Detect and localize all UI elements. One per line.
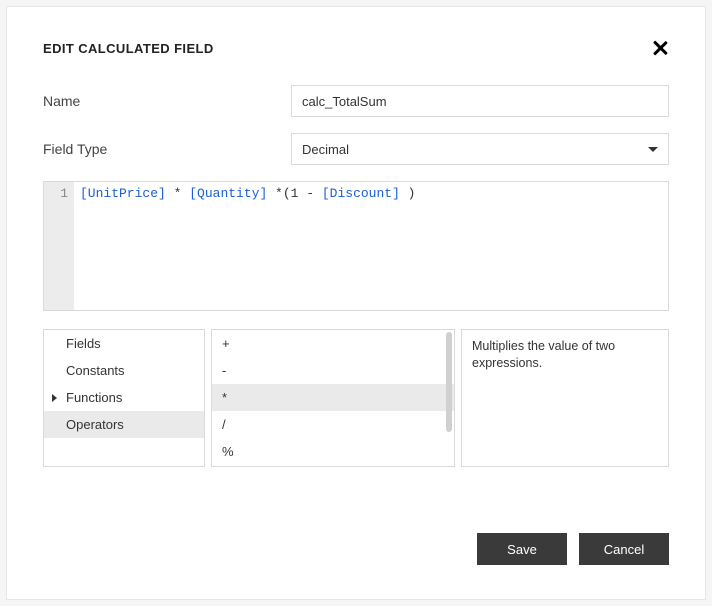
token-operator: ) bbox=[400, 186, 416, 201]
token-field: [Discount] bbox=[322, 186, 400, 201]
field-type-select[interactable]: Decimal bbox=[291, 133, 669, 165]
category-item[interactable]: Operators bbox=[44, 411, 204, 438]
editor-gutter: 1 bbox=[44, 182, 74, 310]
token-operator: * bbox=[166, 186, 189, 201]
dialog-buttons: Save Cancel bbox=[477, 533, 669, 565]
name-label: Name bbox=[43, 93, 291, 109]
dialog-header: EDIT CALCULATED FIELD bbox=[43, 39, 669, 57]
cancel-button[interactable]: Cancel bbox=[579, 533, 669, 565]
line-number: 1 bbox=[44, 186, 68, 201]
token-field: [UnitPrice] bbox=[80, 186, 166, 201]
row-field-type: Field Type Decimal bbox=[43, 133, 669, 165]
name-input[interactable] bbox=[291, 85, 669, 117]
expression-editor[interactable]: 1 [UnitPrice] * [Quantity] *(1 - [Discou… bbox=[43, 181, 669, 311]
row-name: Name bbox=[43, 85, 669, 117]
operator-item[interactable]: % bbox=[212, 438, 454, 465]
chevron-down-icon bbox=[648, 147, 658, 152]
operator-item[interactable]: + bbox=[212, 330, 454, 357]
token-field: [Quantity] bbox=[189, 186, 267, 201]
description-panel: Multiplies the value of two expressions. bbox=[461, 329, 669, 467]
editor-code[interactable]: [UnitPrice] * [Quantity] *(1 - [Discount… bbox=[74, 182, 668, 310]
items-panel: +-*/% bbox=[211, 329, 455, 467]
dialog-frame: EDIT CALCULATED FIELD Name Field Type De… bbox=[6, 6, 706, 600]
category-item[interactable]: Fields bbox=[44, 330, 204, 357]
field-type-label: Field Type bbox=[43, 141, 291, 157]
dialog-title: EDIT CALCULATED FIELD bbox=[43, 41, 214, 56]
operator-item[interactable]: - bbox=[212, 357, 454, 384]
categories-panel: FieldsConstantsFunctionsOperators bbox=[43, 329, 205, 467]
token-operator: *(1 - bbox=[267, 186, 322, 201]
expression-browser: FieldsConstantsFunctionsOperators +-*/% … bbox=[43, 329, 669, 467]
field-type-value: Decimal bbox=[302, 142, 648, 157]
category-item[interactable]: Constants bbox=[44, 357, 204, 384]
close-icon[interactable] bbox=[651, 39, 669, 57]
operator-item[interactable]: * bbox=[212, 384, 454, 411]
save-button[interactable]: Save bbox=[477, 533, 567, 565]
scrollbar-thumb[interactable] bbox=[446, 332, 452, 432]
operator-item[interactable]: / bbox=[212, 411, 454, 438]
category-item[interactable]: Functions bbox=[44, 384, 204, 411]
